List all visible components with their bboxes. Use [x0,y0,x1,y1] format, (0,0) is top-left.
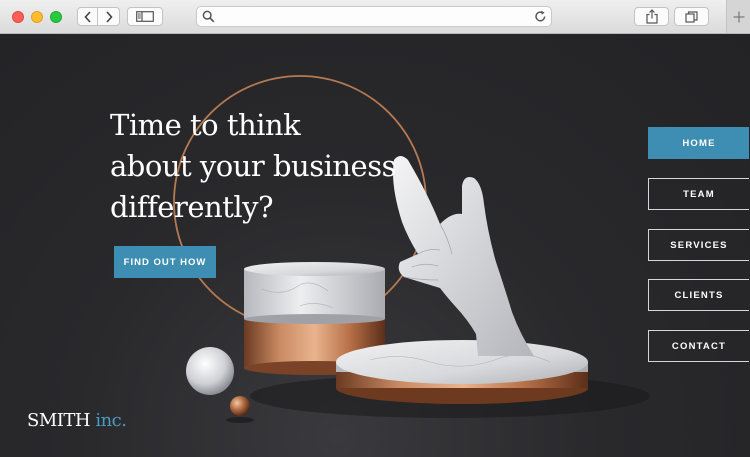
nav-item-clients[interactable]: CLIENTS [648,279,749,311]
back-arrow-icon [83,10,91,23]
new-tab-button[interactable] [726,0,750,33]
find-out-how-button[interactable]: FIND OUT HOW [114,246,216,278]
minimize-window-button[interactable] [31,11,43,23]
nav-item-team[interactable]: TEAM [648,178,749,210]
back-button[interactable] [77,7,98,26]
nav-item-contact[interactable]: CONTACT [648,330,749,362]
forward-arrow-icon [105,10,113,23]
nav-item-home[interactable]: HOME [648,127,749,159]
browser-toolbar [0,0,750,34]
browser-window: Time to think about your business differ… [0,0,750,457]
nav-item-services[interactable]: SERVICES [648,229,749,261]
hero-illustration [173,75,650,423]
brand-suffix: inc. [95,410,127,431]
brand-logo[interactable]: SMITH inc. [27,410,127,431]
reload-icon[interactable] [534,10,547,23]
brand-name: SMITH [27,410,91,431]
zoom-window-button[interactable] [50,11,62,23]
share-button[interactable] [634,7,669,26]
plus-icon [733,11,745,22]
sidebar-toggle-button[interactable] [127,7,163,26]
forward-button[interactable] [98,7,120,26]
search-icon [202,10,215,23]
hero-headline: Time to think about your business differ… [110,105,396,228]
web-page: Time to think about your business differ… [0,34,750,457]
headline-line: differently? [110,190,274,224]
headline-line: about your business [110,149,396,183]
headline-line: Time to think [110,108,301,142]
show-tabs-button[interactable] [674,7,709,26]
share-icon [645,9,658,24]
tabs-icon [685,10,698,23]
close-window-button[interactable] [12,11,24,23]
sidebar-icon [136,11,154,22]
address-bar[interactable] [196,6,552,27]
